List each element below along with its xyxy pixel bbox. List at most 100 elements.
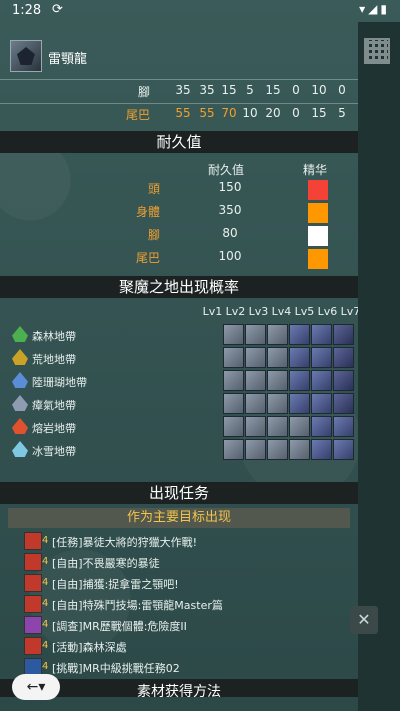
zone-name: 冰雪地帶 [32,445,76,458]
quest-star-rank: 4 [42,556,49,567]
zone-name: 森林地帶 [32,330,76,343]
quest-star-rank: 4 [42,598,49,609]
durability-row: 腳 80 [0,226,358,248]
quest-type-icon [24,616,42,634]
monster-tile-icon[interactable] [223,393,244,414]
hitzone-value: 20 [265,106,281,120]
monster-tile-icon[interactable] [223,439,244,460]
monster-tile-icon[interactable] [289,324,310,345]
durability-section-title: 耐久值 [0,131,358,153]
sync-icon: ⟳ [52,2,63,17]
hitzone-value: 10 [242,106,258,120]
monster-tile-icon[interactable] [223,347,244,368]
quest-star-rank: 4 [42,661,49,672]
hitzone-value: 35 [175,83,191,97]
durability-value: 150 [218,180,242,194]
monster-tile-icon[interactable] [333,324,354,345]
monster-detail-panel: 雷顎龍 腳 35 35 15 5 15 0 10 0 尾巴 55 55 70 1… [0,22,358,711]
hitzone-value: 70 [221,106,237,120]
monster-tile-icon[interactable] [223,416,244,437]
zone-icon [12,395,28,411]
zone-name: 熔岩地帶 [32,422,76,435]
monster-tile-icon[interactable] [223,370,244,391]
monster-header: 雷顎龍 [10,40,350,76]
hitzone-value: 10 [311,83,327,97]
zone-icon [12,441,28,457]
durability-part: 頭 [147,182,160,196]
divider [0,103,358,104]
durability-row: 身體 350 [0,203,358,225]
monster-tile-icon[interactable] [333,393,354,414]
qr-code-icon[interactable] [364,38,390,64]
durability-part: 尾巴 [135,251,160,265]
monster-tile-icon[interactable] [245,393,266,414]
hitzone-value: 0 [338,83,346,97]
monster-tile-icon[interactable] [333,416,354,437]
hitzone-value: 0 [292,83,300,97]
monster-tile-icon[interactable] [267,416,288,437]
quest-star-rank: 4 [42,535,49,546]
quest-type-icon [24,595,42,613]
hitzone-value: 15 [221,83,237,97]
essence-swatch [308,226,328,246]
divider [0,79,358,80]
essence-swatch [308,249,328,269]
monster-avatar [10,40,42,72]
level-header: Lv6 [317,305,338,318]
quest-title: [調查]MR歷戰個體:危險度II [52,620,187,633]
monster-tile-icon[interactable] [267,347,288,368]
monster-tile-icon[interactable] [311,393,332,414]
monster-tile-icon[interactable] [289,439,310,460]
quest-title: [活動]森林深處 [52,641,127,654]
level-header: Lv1 [202,305,223,318]
level-header: Lv4 [271,305,292,318]
durability-value: 350 [218,203,242,217]
quests-subtitle: 作为主要目标出现 [8,508,350,528]
monster-tile-icon[interactable] [311,370,332,391]
monster-tile-icon[interactable] [223,324,244,345]
quest-title: [自由]不畏嚴寒的暴徒 [52,557,160,570]
monster-name: 雷顎龍 [48,52,88,67]
level-header: Lv5 [294,305,315,318]
quest-title: [自由]特殊鬥技場:雷顎龍Master篇 [52,599,223,612]
monster-tile-icon[interactable] [311,439,332,460]
gathering-section-title: 聚魔之地出现概率 [0,276,358,298]
back-button[interactable]: ←▾ [12,674,60,700]
essence-column-header: 精华 [303,163,328,177]
zone-icon [12,372,28,388]
monster-tile-icon[interactable] [289,393,310,414]
quest-title: [任務]暴徒大將的狩獵大作戰! [52,536,197,549]
hitzone-part: 尾巴 [125,108,150,122]
monster-tile-icon[interactable] [311,324,332,345]
monster-tile-icon[interactable] [267,324,288,345]
monster-tile-icon[interactable] [245,370,266,391]
monster-tile-icon[interactable] [245,324,266,345]
durability-value: 100 [218,249,242,263]
monster-tile-icon[interactable] [333,347,354,368]
level-header: Lv2 [225,305,246,318]
monster-tile-icon[interactable] [289,370,310,391]
monster-tile-icon[interactable] [333,439,354,460]
quests-section-title: 出现任务 [0,482,358,504]
durability-column-header: 耐久值 [208,163,245,177]
monster-tile-icon[interactable] [289,416,310,437]
level-header: Lv7 [340,305,358,318]
monster-tile-icon[interactable] [245,439,266,460]
monster-tile-icon[interactable] [267,370,288,391]
monster-tile-icon[interactable] [311,347,332,368]
status-bar: 1:28 ⟳ ▾◢▮ [0,0,400,22]
zone-name: 陸珊瑚地帶 [32,376,87,389]
hitzone-value: 0 [292,106,300,120]
monster-tile-icon[interactable] [289,347,310,368]
monster-tile-icon[interactable] [311,416,332,437]
essence-swatch [308,180,328,200]
durability-part: 腳 [147,228,160,242]
monster-tile-icon[interactable] [245,347,266,368]
monster-tile-icon[interactable] [333,370,354,391]
hitzone-value: 55 [199,106,215,120]
monster-tile-icon[interactable] [267,439,288,460]
monster-tile-icon[interactable] [245,416,266,437]
essence-swatch [308,203,328,223]
monster-tile-icon[interactable] [267,393,288,414]
hitzone-row: 腳 35 35 15 5 15 0 10 0 [0,83,358,105]
